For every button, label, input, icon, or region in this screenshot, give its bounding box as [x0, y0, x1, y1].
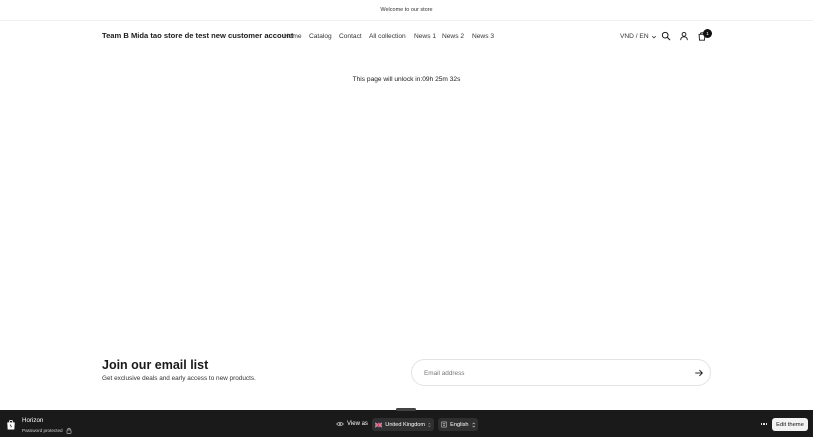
password-status: Password protected — [22, 427, 72, 434]
locale-label: VND / EN — [620, 33, 649, 40]
theme-preview-bar: Horizon Password protected View as Unite… — [0, 408, 813, 437]
newsletter-title: Join our email list — [102, 358, 209, 372]
uk-flag-icon — [375, 421, 383, 428]
view-as-label: View as — [336, 421, 368, 427]
announcement-bar: Welcome to our store — [0, 0, 813, 21]
newsletter-form — [411, 359, 711, 386]
chevron-down-icon — [651, 35, 656, 38]
arrow-right-icon[interactable] — [694, 368, 704, 378]
language-label: English — [450, 421, 469, 428]
nav-contact[interactable]: Contact — [339, 33, 362, 40]
newsletter-subtitle: Get exclusive deals and early access to … — [102, 375, 256, 382]
store-name-link[interactable]: Team B Mida tao store de test new custom… — [102, 31, 293, 40]
chevron-up-down-icon — [428, 422, 431, 427]
lock-icon — [66, 427, 71, 434]
nav-news-1[interactable]: News 1 — [414, 33, 436, 40]
unlock-countdown: This page will unlock in:09h 25m 32s — [352, 76, 461, 83]
country-label: United Kingdom — [385, 421, 426, 428]
password-status-label: Password protected — [22, 428, 63, 433]
chevron-up-down-icon — [471, 422, 475, 427]
theme-name: Horizon — [22, 417, 44, 424]
site-header: Team B Mida tao store de test new custom… — [0, 21, 813, 53]
email-input[interactable] — [424, 367, 674, 379]
shopify-bag-icon — [7, 420, 15, 430]
country-selector[interactable]: United Kingdom — [372, 418, 434, 431]
language-selector[interactable]: English — [438, 418, 478, 431]
nav-all-collection[interactable]: All collection — [369, 33, 406, 40]
preview-bar-handle[interactable] — [396, 408, 416, 411]
search-icon[interactable] — [661, 31, 671, 41]
cart-count-badge: 1 — [703, 29, 712, 38]
nav-catalog[interactable]: Catalog — [309, 33, 332, 40]
language-icon — [441, 421, 447, 428]
eye-icon — [336, 422, 344, 426]
announcement-text: Welcome to our store — [380, 7, 433, 13]
user-icon[interactable] — [679, 31, 689, 41]
edit-theme-button[interactable]: Edit theme — [772, 418, 808, 431]
nav-news-2[interactable]: News 2 — [442, 33, 464, 40]
nav-home[interactable]: Home — [284, 33, 302, 40]
view-as-text: View as — [347, 421, 368, 427]
nav-news-3[interactable]: News 3 — [472, 33, 494, 40]
more-options-icon[interactable] — [759, 420, 769, 428]
currency-language-selector[interactable]: VND / EN — [620, 33, 657, 40]
